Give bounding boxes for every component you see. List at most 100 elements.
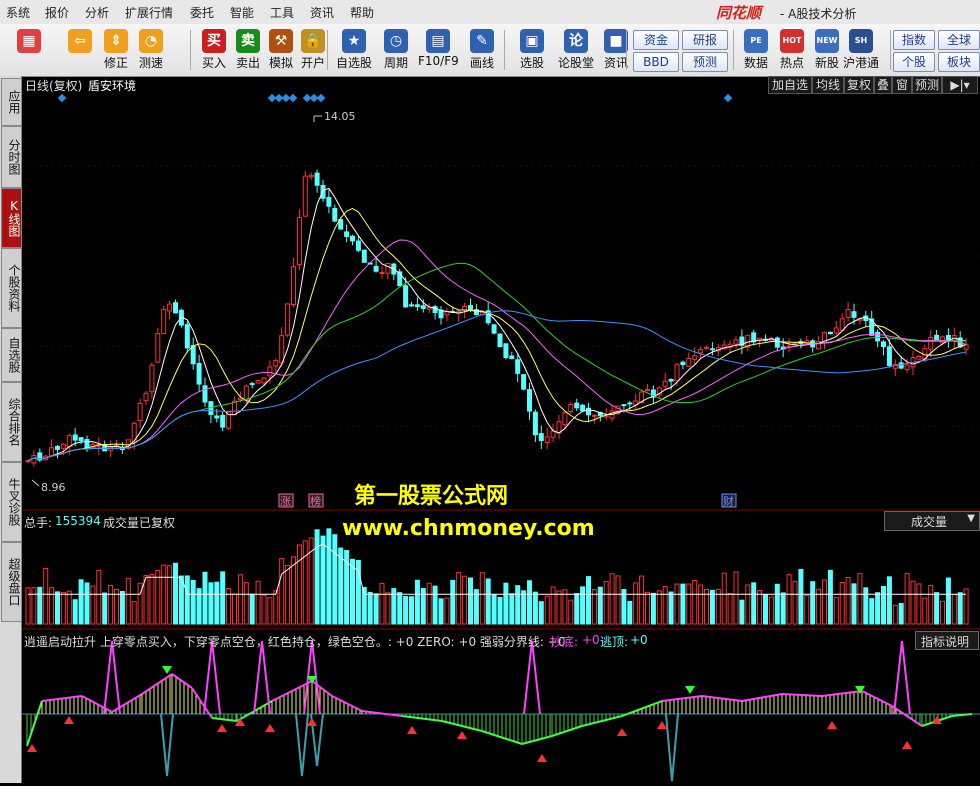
- far-right-button-3[interactable]: 板块: [938, 52, 980, 72]
- volume-bar: [220, 571, 226, 625]
- kline-chart[interactable]: 14.05 8.96 涨 榜 财: [22, 76, 980, 783]
- toolbar-right-button-0[interactable]: PE 数据: [737, 27, 775, 73]
- toolbar-button-13[interactable]: 论论股堂: [556, 27, 596, 73]
- toolbar-button-3[interactable]: ◔ 测速: [134, 27, 168, 73]
- candle-body: [414, 304, 420, 308]
- toolbar-button-11[interactable]: ✎ 画线: [462, 27, 502, 73]
- collapse-panel-icon[interactable]: ▶|▾: [942, 76, 978, 94]
- toolbar-right-button-3[interactable]: SH HK 沪港通: [842, 27, 880, 73]
- toolbar-button-5[interactable]: 卖卖出: [231, 27, 265, 73]
- volume-bar: [96, 569, 102, 625]
- volume-bar: [102, 592, 108, 625]
- candle-body: [532, 411, 538, 436]
- volume-bar: [332, 534, 338, 625]
- pe-icon: PE: [744, 29, 768, 53]
- candle-body: [668, 379, 674, 382]
- left-tab-6[interactable]: 牛叉诊股: [1, 462, 22, 542]
- volume-bar: [544, 595, 550, 625]
- menu-item-0[interactable]: 系统: [6, 4, 30, 21]
- toolbar-button-7[interactable]: 🔒 开户: [296, 27, 330, 73]
- volume-bar: [273, 590, 279, 625]
- candle-body: [373, 265, 379, 272]
- volume-bar: [574, 593, 580, 625]
- toolbar-button-0[interactable]: ▦: [12, 27, 46, 73]
- small-button-3[interactable]: 预测: [682, 52, 728, 72]
- candle-body: [774, 337, 780, 348]
- left-tab-1[interactable]: 分时图: [1, 126, 22, 188]
- left-tab-0[interactable]: 应用: [1, 78, 22, 126]
- far-right-button-1[interactable]: 全球: [938, 30, 980, 50]
- chart-header-button-0[interactable]: 加自选: [768, 76, 812, 94]
- chart-area[interactable]: 14.05 8.96 涨榜财 日线(复权) 盾安环境 加自选 均线 复权叠窗预测 ▶|▾ …: [22, 76, 980, 783]
- volume-bar: [727, 592, 733, 625]
- toolbar-button-6[interactable]: ⚒ 模拟: [264, 27, 298, 73]
- volume-bar: [367, 591, 373, 625]
- toolbar-right-label-1: 热点: [779, 56, 804, 70]
- new-stock-icon-glyph: NEW: [816, 36, 838, 45]
- volume-indicator-select[interactable]: 成交量 ▼: [884, 511, 980, 531]
- pencil-icon: ✎: [470, 29, 494, 53]
- menu-item-5[interactable]: 智能: [230, 4, 254, 21]
- chart-header-button-5[interactable]: 预测: [912, 76, 942, 94]
- menu-item-7[interactable]: 资讯: [310, 4, 334, 21]
- toolbar-button-10[interactable]: ▤ F10/F9: [418, 27, 459, 73]
- candle-body: [66, 435, 72, 448]
- volume-bar: [49, 587, 55, 625]
- hammer-icon: ⚒: [269, 29, 293, 53]
- candle-body: [285, 303, 291, 336]
- left-tab-5[interactable]: 综合排名: [1, 382, 22, 462]
- star-icon: ★: [342, 29, 366, 53]
- event-marker-label: 榜: [310, 494, 321, 508]
- menu-item-4[interactable]: 委托: [190, 4, 214, 21]
- stock-name-label: 盾安环境: [88, 79, 137, 93]
- far-right-button-2[interactable]: 个股: [893, 52, 935, 72]
- menu-item-3[interactable]: 扩展行情: [125, 4, 173, 21]
- small-button-2[interactable]: 研报: [682, 30, 728, 50]
- candle-body: [839, 318, 845, 331]
- small-button-1[interactable]: BBD: [633, 52, 679, 72]
- volume-bar: [910, 580, 916, 625]
- left-tab-4[interactable]: 自选股: [1, 328, 22, 382]
- chart-header-button-1[interactable]: 均线: [812, 76, 844, 94]
- volume-bar: [131, 601, 137, 625]
- toolbar-right-button-2[interactable]: NEW 新股: [808, 27, 846, 73]
- left-tab-2[interactable]: K线图: [1, 188, 22, 248]
- volume-bar: [302, 540, 308, 625]
- chart-header-button-2[interactable]: 复权: [844, 76, 874, 94]
- toolbar-button-8[interactable]: ★ 自选股: [334, 27, 374, 73]
- left-tab-7[interactable]: 超级盘口: [1, 542, 22, 622]
- toolbar-button-1[interactable]: ⇦: [63, 27, 97, 73]
- indicator-bottom-label: 抄底:: [550, 635, 579, 649]
- volume-bar: [515, 585, 521, 625]
- menu-item-8[interactable]: 帮助: [350, 4, 374, 21]
- top-spike-line: [103, 640, 121, 715]
- toolbar-right-label-0: 数据: [743, 56, 768, 70]
- candle-body: [904, 364, 910, 371]
- buy-arrow-icon: [27, 744, 37, 752]
- toolbar-button-4[interactable]: 买买入: [197, 27, 231, 73]
- toolbar-button-9[interactable]: ◷ 周期: [376, 27, 416, 73]
- event-marker-label: 财: [723, 494, 734, 508]
- toolbar-button-14[interactable]: ■ 资讯: [596, 27, 636, 73]
- chart-header-button-4[interactable]: 窗: [892, 76, 912, 94]
- left-tab-3[interactable]: 个股资料: [1, 248, 22, 328]
- talk-icon: 论: [564, 29, 588, 53]
- chart-header-button-3[interactable]: 叠: [874, 76, 892, 94]
- menu-item-2[interactable]: 分析: [85, 4, 109, 21]
- buy-arrow-icon: [217, 724, 227, 732]
- volume-bar: [261, 594, 267, 625]
- far-right-button-0[interactable]: 指数: [893, 30, 935, 50]
- toolbar-right-button-1[interactable]: HOT 热点: [773, 27, 811, 73]
- toolbar-separator: [890, 30, 891, 70]
- menu-item-6[interactable]: 工具: [270, 4, 294, 21]
- candle-body: [751, 332, 757, 343]
- volume-bar: [922, 597, 928, 625]
- buy-arrow-icon: [902, 741, 912, 749]
- indicator-explain-button[interactable]: 指标说明: [915, 631, 979, 650]
- small-button-0[interactable]: 资金: [633, 30, 679, 50]
- menu-item-1[interactable]: 报价: [45, 4, 69, 21]
- toolbar-button-12[interactable]: ▣ 选股: [512, 27, 552, 73]
- toolbar-button-2[interactable]: ⇕ 修正: [99, 27, 133, 73]
- volume-bar: [780, 592, 786, 625]
- volume-bar: [60, 591, 66, 625]
